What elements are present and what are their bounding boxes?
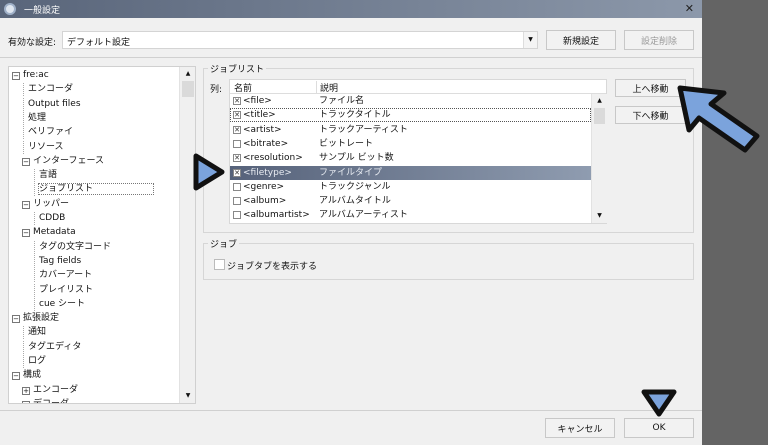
pointer-down-icon [641,389,677,417]
annotation-layer [193,85,760,417]
arrow-up-left-icon [677,85,760,153]
pointer-right-icon [193,153,225,191]
